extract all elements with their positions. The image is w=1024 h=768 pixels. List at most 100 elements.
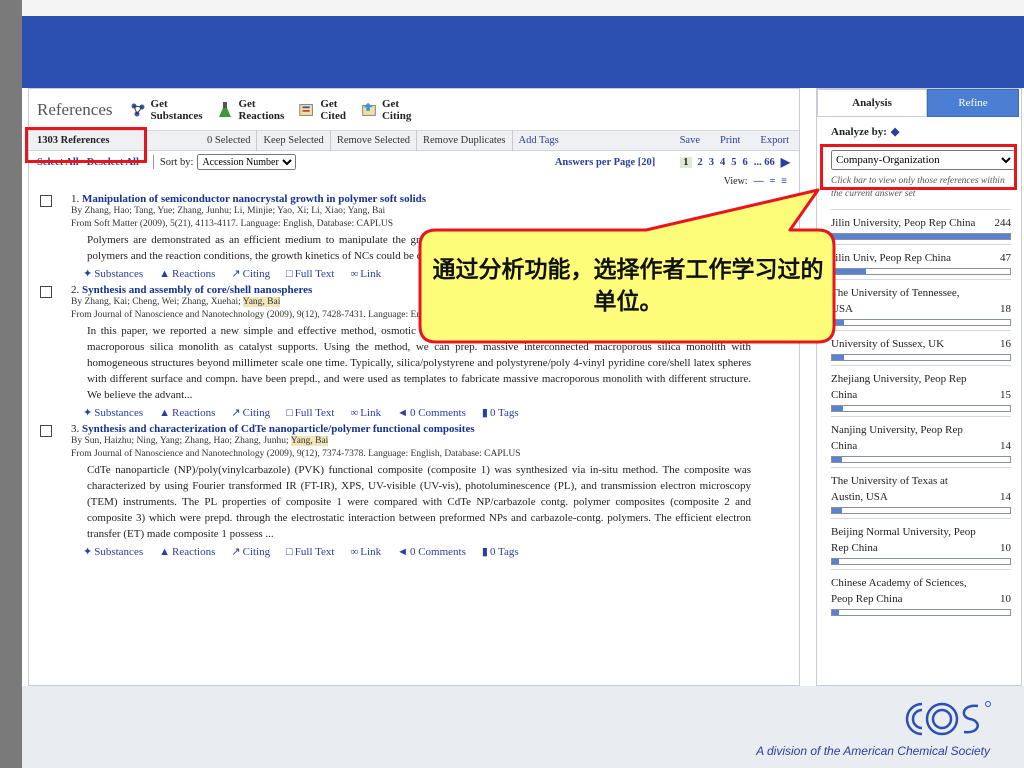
tab-analysis[interactable]: Analysis	[817, 89, 927, 117]
link-link[interactable]: ∞ Link	[350, 407, 389, 419]
analysis-item[interactable]: Beijing Normal University, Peop Rep Chin…	[831, 518, 1011, 569]
tags-link[interactable]: ▮ 0 Tags	[482, 545, 527, 559]
reference-number: 3.	[71, 423, 80, 435]
analysis-bar[interactable]	[831, 456, 1011, 463]
page-link-6[interactable]: 6	[743, 157, 748, 168]
document-icon: □	[286, 267, 293, 280]
analysis-bar[interactable]	[831, 354, 1011, 361]
view-compact-icon[interactable]: —	[754, 176, 764, 187]
substances-link[interactable]: ✦ Substances	[83, 267, 151, 281]
substances-label: Substances	[94, 545, 144, 558]
analysis-bar[interactable]	[831, 558, 1011, 565]
comments-link[interactable]: ◄ 0 Comments	[397, 546, 474, 558]
next-page-icon[interactable]: ▶	[781, 155, 790, 170]
highlighted-author: Yang, Bai	[242, 297, 281, 307]
comments-link[interactable]: ◄ 0 Comments	[397, 407, 474, 419]
reactions-link[interactable]: ▲ Reactions	[159, 546, 223, 558]
page-link-5[interactable]: 5	[731, 157, 736, 168]
pagination: 1 2 3 4 5 6 ... 66 ▶	[677, 155, 793, 170]
analysis-item-name: The University of Texas at Austin, USA	[831, 475, 948, 503]
answers-per-page[interactable]: Answers per Page [20]	[555, 157, 655, 168]
analysis-bar[interactable]	[831, 319, 1011, 326]
page-link-3[interactable]: 3	[709, 157, 714, 168]
analysis-bar-fill	[832, 406, 844, 411]
footer-text: A division of the American Chemical Soci…	[756, 744, 990, 758]
chain-link-icon: ∞	[350, 267, 359, 280]
substances-icon: ✦	[83, 546, 93, 558]
reactions-link[interactable]: ▲ Reactions	[159, 407, 223, 419]
analysis-bar[interactable]	[831, 233, 1011, 240]
analysis-bar[interactable]	[831, 609, 1011, 616]
citing-icon: ↗	[231, 546, 241, 558]
page-link-2[interactable]: 2	[698, 157, 703, 168]
tags-link[interactable]: ▮ 0 Tags	[482, 406, 527, 420]
save-button[interactable]: Save	[670, 135, 710, 146]
reference-title[interactable]: Manipulation of semiconductor nanocrysta…	[82, 193, 426, 205]
export-button[interactable]: Export	[750, 135, 799, 146]
analysis-item[interactable]: Chinese Academy of Sciences, Peop Rep Ch…	[831, 569, 1011, 620]
analysis-item[interactable]: Zhejiang University, Peop Rep China 15	[831, 365, 1011, 416]
link-link[interactable]: ∞ Link	[350, 268, 389, 280]
analysis-bar[interactable]	[831, 507, 1011, 514]
substances-label: Substances	[94, 267, 144, 280]
substances-link[interactable]: ✦ Substances	[83, 406, 151, 420]
reference-checkbox[interactable]	[40, 195, 52, 207]
analysis-item[interactable]: The University of Texas at Austin, USA 14	[831, 467, 1011, 518]
substances-link[interactable]: ✦ Substances	[83, 545, 151, 559]
analysis-item[interactable]: Nanjing University, Peop Rep China 14	[831, 416, 1011, 467]
divider	[152, 155, 154, 169]
reactions-link[interactable]: ▲ Reactions	[159, 268, 223, 280]
full-text-link[interactable]: □ Full Text	[286, 268, 342, 280]
analysis-bar-fill	[832, 610, 840, 615]
reference-title[interactable]: Synthesis and assembly of core/shell nan…	[82, 284, 312, 296]
sort-select[interactable]: Accession Number	[197, 154, 297, 170]
get-citing-button[interactable]: Get Citing	[360, 98, 411, 122]
reference-title[interactable]: Synthesis and characterization of CdTe n…	[82, 423, 475, 435]
comment-icon: ◄	[397, 545, 408, 558]
analysis-bar[interactable]	[831, 405, 1011, 412]
keep-selected-button[interactable]: Keep Selected	[256, 130, 329, 151]
substances-icon: ✦	[83, 268, 93, 280]
reference-checkbox[interactable]	[40, 425, 52, 437]
highlighted-author: Yang, Bai	[290, 436, 329, 446]
print-button[interactable]: Print	[710, 135, 750, 146]
analysis-item[interactable]: Jilin University, Peop Rep China 244	[831, 209, 1011, 244]
reference-authors: By Zhang, Hao; Tang, Yue; Zhang, Junhu; …	[71, 206, 386, 216]
view-full-icon[interactable]: ≡	[781, 176, 787, 187]
citing-link[interactable]: ↗ Citing	[231, 545, 278, 559]
analysis-item[interactable]: University of Sussex, UK 16	[831, 330, 1011, 365]
analysis-item[interactable]: The University of Tennessee, USA 18	[831, 279, 1011, 330]
analysis-bar-fill	[832, 234, 1010, 239]
analysis-item-row: Nanjing University, Peop Rep China 14	[831, 422, 1011, 454]
page-link-1[interactable]: 1	[680, 156, 692, 168]
reference-checkbox[interactable]	[40, 286, 52, 298]
citing-label: Citing	[242, 267, 271, 280]
full-text-link[interactable]: □ Full Text	[286, 546, 342, 558]
get-cited-button[interactable]: Get Cited	[298, 98, 346, 122]
view-medium-icon[interactable]: =	[770, 176, 776, 187]
info-icon[interactable]: ◆	[891, 126, 899, 138]
document-icon: □	[286, 545, 293, 558]
get-substances-button[interactable]: Get Substances	[129, 98, 202, 122]
full-text-link[interactable]: □ Full Text	[286, 407, 342, 419]
citing-link[interactable]: ↗ Citing	[231, 406, 278, 420]
citing-link[interactable]: ↗ Citing	[231, 267, 278, 281]
page-link-4[interactable]: 4	[720, 157, 725, 168]
references-panel: References Get Substances Get Reactions …	[28, 88, 800, 686]
analysis-item-count: 18	[1000, 303, 1011, 315]
analyze-by-row: Analyze by: ◆	[817, 117, 1021, 138]
link-link[interactable]: ∞ Link	[350, 546, 389, 558]
page-link-last[interactable]: ... 66	[754, 157, 775, 168]
get-reactions-label: Get Reactions	[238, 97, 285, 122]
add-tags-button[interactable]: Add Tags	[511, 130, 565, 151]
analysis-item[interactable]: Jilin Univ, Peop Rep China 47	[831, 244, 1011, 279]
tab-refine[interactable]: Refine	[927, 89, 1019, 117]
get-reactions-button[interactable]: Get Reactions	[216, 98, 284, 122]
analysis-bar-fill	[832, 269, 866, 274]
remove-selected-button[interactable]: Remove Selected	[329, 130, 416, 151]
analysis-item-row: University of Sussex, UK 16	[831, 336, 1011, 352]
analysis-item-name: Beijing Normal University, Peop Rep Chin…	[831, 526, 976, 554]
left-bar	[0, 0, 22, 768]
analysis-bar[interactable]	[831, 268, 1011, 275]
remove-duplicates-button[interactable]: Remove Duplicates	[416, 130, 512, 151]
